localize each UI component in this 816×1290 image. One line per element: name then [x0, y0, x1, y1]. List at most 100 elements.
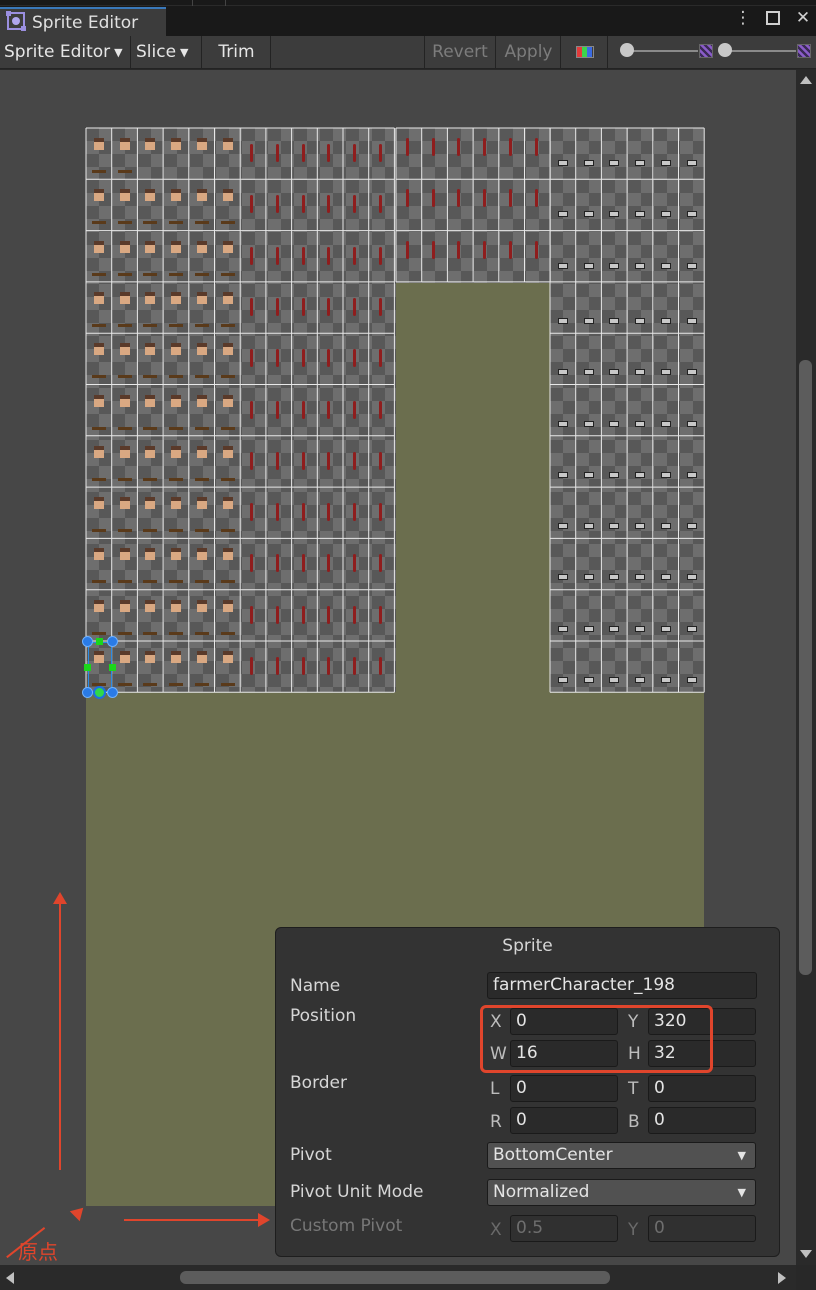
sprite-thumbnail — [583, 574, 594, 581]
border-b-field[interactable]: 0 — [648, 1107, 756, 1134]
sprite-thumbnail — [609, 420, 620, 427]
sprite-thumbnail — [635, 211, 646, 218]
scroll-up-icon[interactable] — [800, 76, 812, 84]
sprite-thumbnail — [117, 477, 132, 481]
sprite-inspector-panel: Sprite Name farmerCharacter_198 Position… — [275, 927, 780, 1257]
sprite-thumbnail — [609, 262, 620, 269]
custom-pivot-x-field[interactable]: 0.5 — [510, 1215, 618, 1242]
zoom-slider-track[interactable] — [626, 50, 698, 52]
resize-handle-top-left[interactable] — [82, 636, 93, 647]
resize-handle-bottom-right[interactable] — [107, 687, 118, 698]
sprite-thumbnail — [171, 445, 182, 458]
sprite-thumbnail — [558, 211, 568, 218]
horizontal-scroll-thumb[interactable] — [180, 1271, 610, 1284]
slice-dropdown[interactable]: Slice ▼ — [132, 36, 202, 68]
apply-button[interactable]: Apply — [497, 36, 561, 68]
sprite-thumbnail — [660, 625, 671, 632]
custom-pivot-y-label: Y — [628, 1220, 639, 1240]
sprite-thumbnail — [143, 426, 158, 430]
sprite-thumbnail — [171, 599, 182, 612]
sprite-thumbnail — [117, 272, 132, 276]
pivot-handle[interactable] — [93, 686, 106, 699]
chevron-down-icon: ▼ — [737, 1186, 746, 1199]
sprite-thumbnail — [660, 523, 671, 530]
sprite-thumbnail — [660, 317, 671, 324]
sprite-thumbnail — [250, 554, 254, 573]
border-l-field[interactable]: 0 — [510, 1075, 618, 1102]
panel-title: Sprite — [502, 936, 553, 956]
sprite-thumbnail — [220, 323, 235, 327]
color-channel-button[interactable] — [562, 36, 608, 68]
sprite-thumbnail — [327, 451, 331, 470]
border-handle-right[interactable] — [109, 664, 116, 671]
vertical-scrollbar[interactable] — [796, 70, 816, 1265]
scroll-down-icon[interactable] — [800, 1250, 812, 1258]
close-icon[interactable]: ✕ — [794, 8, 812, 28]
sprite-thumbnail — [275, 246, 279, 265]
sprite-thumbnail — [378, 144, 382, 162]
maximize-icon[interactable] — [764, 9, 782, 27]
sprite-thumbnail — [431, 189, 435, 208]
sprite-thumbnail — [583, 317, 594, 324]
sprite-thumbnail — [222, 291, 233, 304]
scroll-left-icon[interactable] — [6, 1272, 14, 1284]
sprite-thumbnail — [558, 420, 568, 427]
custom-pivot-y-field[interactable]: 0 — [648, 1215, 756, 1242]
chevron-down-icon: ▼ — [180, 45, 189, 59]
sprite-thumbnail — [196, 343, 207, 356]
sprite-sheet-left-block — [86, 128, 396, 692]
sprite-thumbnail — [145, 240, 156, 253]
border-t-field[interactable]: 0 — [648, 1075, 756, 1102]
scroll-right-icon[interactable] — [778, 1272, 786, 1284]
sprite-thumbnail — [686, 471, 697, 478]
sprite-thumbnail — [483, 240, 487, 259]
sprite-thumbnail — [94, 445, 104, 458]
sprite-thumbnail — [92, 477, 106, 481]
vertical-scroll-thumb[interactable] — [799, 360, 812, 975]
border-handle-top[interactable] — [96, 638, 103, 645]
sprite-thumbnail — [196, 599, 207, 612]
sprite-thumbnail — [169, 426, 184, 430]
pivot-dropdown[interactable]: BottomCenter ▼ — [487, 1142, 756, 1169]
sprite-thumbnail — [194, 580, 209, 584]
pivot-unit-mode-dropdown[interactable]: Normalized ▼ — [487, 1179, 756, 1206]
sprite-thumbnail — [457, 240, 461, 259]
sprite-thumbnail — [534, 240, 538, 259]
tab-sprite-editor[interactable]: Sprite Editor — [0, 7, 166, 36]
mip-slider-track[interactable] — [724, 50, 796, 52]
sprite-thumbnail — [583, 625, 594, 632]
editor-mode-dropdown[interactable]: Sprite Editor ▼ — [0, 36, 131, 68]
sprite-thumbnail — [301, 657, 305, 675]
sprite-thumbnail — [220, 375, 235, 379]
sprite-thumbnail — [220, 221, 235, 225]
sprite-thumbnail — [609, 471, 620, 478]
sprite-thumbnail — [194, 477, 209, 481]
sprite-thumbnail — [143, 631, 158, 635]
sprite-thumbnail — [117, 170, 132, 173]
sprite-thumbnail — [94, 189, 104, 202]
horizontal-scrollbar[interactable] — [0, 1265, 796, 1290]
sprite-thumbnail — [558, 471, 568, 478]
sprite-thumbnail — [117, 426, 132, 430]
trim-button[interactable]: Trim — [203, 36, 271, 68]
sprite-thumbnail — [169, 683, 184, 686]
sprite-thumbnail — [194, 221, 209, 225]
resize-handle-top-right[interactable] — [107, 636, 118, 647]
sprite-thumbnail — [483, 138, 487, 156]
resize-handle-bottom-left[interactable] — [82, 687, 93, 698]
border-r-field[interactable]: 0 — [510, 1107, 618, 1134]
border-handle-left[interactable] — [84, 664, 91, 671]
sprite-thumbnail — [635, 369, 646, 376]
sprite-thumbnail — [222, 343, 233, 356]
mip-slider-thumb[interactable] — [718, 43, 732, 57]
revert-button[interactable]: Revert — [424, 36, 496, 68]
more-options-icon[interactable]: ⋮ — [734, 8, 752, 28]
zoom-slider-thumb[interactable] — [620, 43, 634, 57]
alpha-high-icon — [797, 44, 811, 58]
sprite-thumbnail — [222, 394, 233, 407]
name-field[interactable]: farmerCharacter_198 — [487, 972, 757, 999]
sprite-thumbnail — [353, 144, 356, 162]
sprite-thumbnail — [222, 548, 233, 561]
sprite-thumbnail — [117, 529, 132, 533]
sprite-thumbnail — [609, 317, 620, 324]
